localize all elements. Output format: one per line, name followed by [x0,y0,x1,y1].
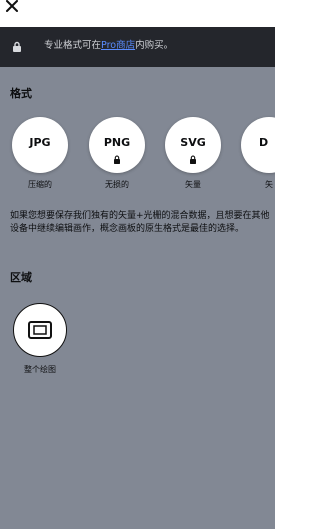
canvas-frame-icon [28,321,52,339]
format-section-title: 格式 [10,87,32,100]
close-icon[interactable] [5,0,21,15]
top-bar [0,0,275,27]
area-entire-drawing-button[interactable] [13,303,67,357]
right-edge [275,0,288,529]
area-section-title: 区域 [10,271,32,284]
format-name: JPG [29,136,51,149]
format-description: 如果您想要保存我们独有的矢量+光栅的混合数据，且想要在其他设备中继续编辑画作，概… [10,211,270,234]
area-label: 整个绘图 [24,365,56,374]
format-name: D [259,136,269,149]
format-jpg-button[interactable]: JPG [12,117,68,173]
format-label: 矢 [265,180,273,189]
pro-banner: 专业格式可在Pro商店内购买。 [0,27,275,67]
format-label: 压缩的 [28,180,52,189]
lock-icon [114,155,120,164]
format-partial-button[interactable]: D [241,117,275,173]
format-png-button[interactable]: PNG [89,117,145,173]
pro-store-link[interactable]: Pro商店 [101,40,135,51]
banner-text: 专业格式可在Pro商店内购买。 [44,40,173,52]
format-svg-button[interactable]: SVG [165,117,221,173]
banner-text-after: 内购买。 [135,40,174,51]
format-label: 矢量 [185,180,201,189]
format-label: 无损的 [105,180,129,189]
format-name: PNG [103,136,131,149]
format-name: SVG [180,136,206,149]
export-panel: 格式 JPG 压缩的 PNG 无损的 SVG 矢量 D 矢 如果您想要保存我们独… [0,67,275,529]
lock-icon [190,155,196,164]
lock-icon [13,41,21,52]
banner-text-before: 专业格式可在 [44,40,102,51]
